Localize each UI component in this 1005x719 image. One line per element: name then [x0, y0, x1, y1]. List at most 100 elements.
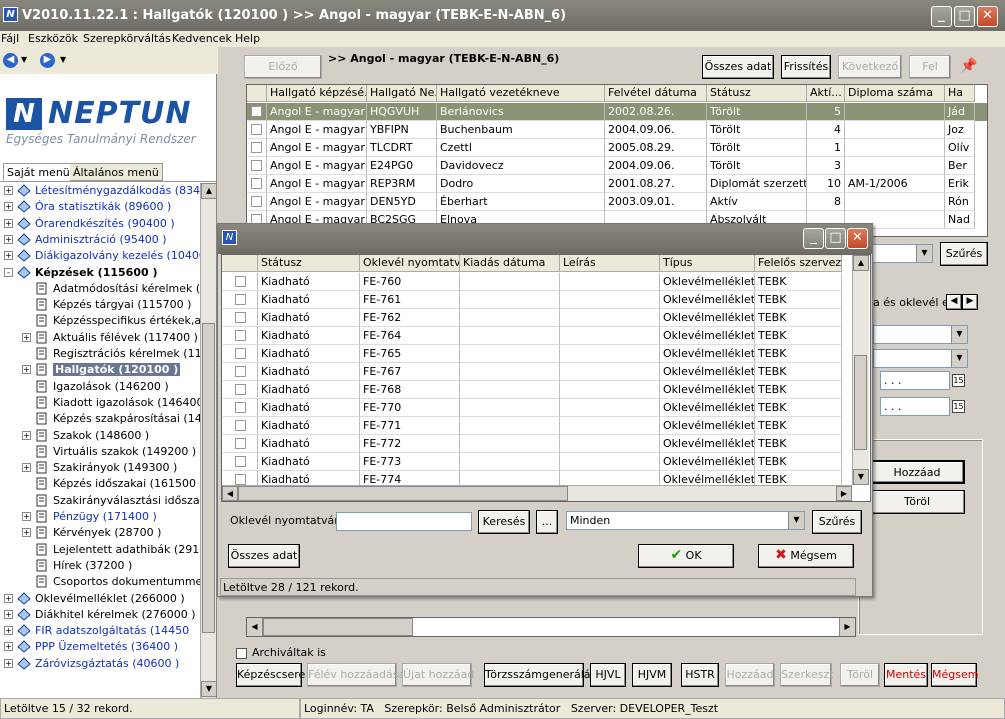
dialog-all-data-button[interactable]: Összes adat — [228, 544, 300, 568]
chevron-down-icon[interactable]: ▼ — [788, 512, 804, 529]
row-checkbox[interactable] — [251, 160, 262, 171]
search-button[interactable]: Keresés — [478, 510, 530, 534]
cancel-button[interactable]: ✖ Mégsem — [758, 544, 854, 568]
minimize-button[interactable]: _ — [931, 6, 952, 27]
row-checkbox[interactable] — [235, 276, 246, 287]
scroll-left-icon[interactable]: ◀ — [247, 618, 263, 636]
btn-add-bottom[interactable]: Hozzáad — [725, 663, 775, 687]
collapse-icon[interactable]: - — [4, 267, 13, 277]
add-button[interactable]: Hozzáad — [869, 460, 965, 484]
column-header[interactable]: Diploma száma — [845, 85, 945, 102]
expand-icon[interactable]: + — [4, 658, 13, 668]
table-row[interactable]: Kiadható FE-768 Oklevélmelléklet TEBK — [222, 381, 852, 399]
scroll-thumb[interactable] — [854, 355, 867, 450]
table-row[interactable]: Kiadható FE-765 Oklevélmelléklet TEBK — [222, 345, 852, 363]
table-row[interactable]: Angol E - magyar YBFIPN Buchenbaum 2004.09.… — [247, 121, 987, 139]
column-header[interactable]: Leírás — [560, 255, 660, 272]
tree-item[interactable]: + Kérvények (28700 ) — [4, 525, 200, 541]
expand-icon[interactable]: + — [4, 186, 13, 195]
type-filter-combo[interactable]: Minden ▼ — [566, 511, 805, 530]
close-button[interactable]: ✕ — [977, 6, 998, 27]
row-checkbox[interactable] — [251, 124, 262, 135]
column-header[interactable]: Hallgató képzésé... — [267, 85, 367, 102]
menu-tools[interactable]: Eszközök — [28, 32, 78, 45]
table-row[interactable]: Kiadható FE-772 Oklevélmelléklet TEBK — [222, 435, 852, 453]
tree-item[interactable]: + Diákigazolvány kezelés (10400 ) — [4, 248, 200, 264]
pin-icon[interactable]: 📌 — [960, 58, 977, 74]
back-dropdown-icon[interactable]: ▼ — [21, 55, 27, 64]
row-checkbox[interactable] — [235, 456, 246, 467]
row-checkbox[interactable] — [235, 312, 246, 323]
dialog-h-scrollbar[interactable]: ◀ ▶ — [222, 485, 852, 501]
left-scrollbar[interactable]: ▲ ▼ — [200, 183, 217, 698]
tree-item[interactable]: + Óra statisztikák (89600 ) — [4, 199, 200, 215]
row-checkbox[interactable] — [235, 294, 246, 305]
scroll-down-icon[interactable]: ▼ — [853, 469, 869, 485]
right-combo-1[interactable]: ▼ — [873, 325, 968, 344]
column-header[interactable]: Típus — [660, 255, 755, 272]
tree-item[interactable]: + Aktuális félévek (117400 ) — [4, 330, 200, 346]
all-data-button[interactable]: Összes adat — [702, 55, 774, 79]
expand-icon[interactable]: + — [22, 430, 31, 440]
tree-item[interactable]: Igazolások (146200 ) — [4, 379, 200, 395]
expand-icon[interactable]: + — [4, 642, 13, 652]
table-row[interactable]: Kiadható FE-770 Oklevélmelléklet TEBK — [222, 399, 852, 417]
scroll-down-icon[interactable]: ▼ — [201, 681, 217, 697]
menu-role-switch[interactable]: Szerepkörváltás — [83, 32, 171, 45]
tab-own-menu[interactable]: Saját menü — [3, 163, 74, 181]
tree-item[interactable]: + Diákhitel kérelmek (276000 ) — [4, 607, 200, 623]
btn-add-new[interactable]: Újat hozzáad — [402, 663, 474, 687]
browse-button[interactable]: ... — [536, 510, 558, 534]
table-row[interactable]: Angol E - magyar TLCDRT Czettl 2005.08.29. T… — [247, 139, 987, 157]
tree-item[interactable]: + Létesítménygazdálkodás (83400 — [4, 183, 200, 199]
row-checkbox[interactable] — [235, 348, 246, 359]
table-row[interactable]: Angol E - magyar DEN5YD Éberhart 2003.09.01… — [247, 193, 987, 211]
tree-item[interactable]: + FIR adatszolgáltatás (14450 — [4, 623, 200, 639]
menu-file[interactable]: Fájl — [1, 32, 19, 45]
btn-delete-bottom[interactable]: Töröl — [840, 663, 880, 687]
archived-checkbox[interactable] — [236, 648, 247, 659]
tree-item[interactable]: Kiadott igazolások (146400 ) — [4, 395, 200, 411]
h-scroll-thumb[interactable] — [263, 618, 413, 636]
table-row[interactable]: Kiadható FE-762 Oklevélmelléklet TEBK — [222, 309, 852, 327]
expand-icon[interactable]: + — [22, 512, 31, 521]
btn-save[interactable]: Mentés — [884, 663, 928, 687]
btn-generate-id[interactable]: Törzsszámgenerálás — [484, 663, 596, 687]
column-header[interactable]: Státusz — [707, 85, 807, 102]
tree-item[interactable]: + Szakirányok (149300 ) — [4, 460, 200, 476]
chevron-down-icon[interactable]: ▼ — [916, 245, 932, 262]
forward-icon[interactable]: ▶ — [40, 53, 55, 68]
tree-item[interactable]: Képzés szakpárosításai (147 — [4, 411, 200, 427]
refresh-button[interactable]: Frissítés — [781, 55, 831, 79]
row-checkbox[interactable] — [251, 142, 262, 153]
row-checkbox[interactable] — [251, 178, 262, 189]
tree-item[interactable]: + Hallgatók (120100 ) — [4, 362, 200, 378]
expand-icon[interactable]: + — [4, 234, 13, 244]
scroll-left-icon[interactable]: ◀ — [222, 486, 238, 501]
prev-button[interactable]: Előző — [244, 55, 322, 79]
btn-add-semester[interactable]: Félév hozzáadása — [307, 663, 405, 687]
tree-item[interactable]: + Órarendkészítés (90400 ) — [4, 216, 200, 232]
row-checkbox[interactable] — [235, 384, 246, 395]
tree-item[interactable]: + Adminisztráció (95400 ) — [4, 232, 200, 248]
btn-kepzescsere[interactable]: Képzéscsere — [236, 663, 305, 687]
table-row[interactable]: Kiadható FE-761 Oklevélmelléklet TEBK — [222, 291, 852, 309]
chevron-down-icon[interactable]: ▼ — [951, 350, 967, 367]
menu-help[interactable]: Help — [235, 32, 260, 45]
scroll-right-icon[interactable]: ▶ — [836, 486, 852, 501]
tree-item[interactable]: Virtuális szakok (149200 ) — [4, 444, 200, 460]
tab-right-icon[interactable]: ▶ — [962, 294, 978, 310]
table-row[interactable]: Kiadható FE-771 Oklevélmelléklet TEBK — [222, 417, 852, 435]
tree-item[interactable]: + Oklevélmelléklet (266000 ) — [4, 591, 200, 607]
expand-icon[interactable]: + — [4, 593, 13, 603]
tree-item[interactable]: Adatmódosítási kérelmek (89 — [4, 281, 200, 297]
column-header[interactable]: Ha — [945, 85, 975, 102]
delete-button[interactable]: Töröl — [869, 490, 965, 514]
dialog-minimize-button[interactable]: _ — [803, 228, 824, 249]
tab-left-icon[interactable]: ◀ — [946, 294, 962, 310]
row-checkbox[interactable] — [251, 106, 262, 117]
column-header[interactable]: Felvétel dátuma — [605, 85, 707, 102]
expand-icon[interactable]: + — [4, 609, 13, 619]
checkbox-column-header[interactable] — [222, 255, 258, 272]
scroll-right-icon[interactable]: ▶ — [839, 618, 855, 636]
